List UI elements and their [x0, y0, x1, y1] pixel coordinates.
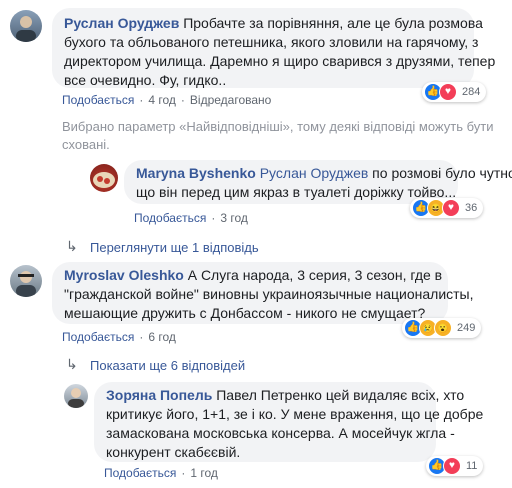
reaction-count: 284: [462, 86, 481, 98]
avatar-myroslav[interactable]: [10, 265, 42, 297]
like-button[interactable]: Подобається: [62, 330, 134, 344]
person-photo-icon: [68, 388, 84, 408]
reply-bubble: Maryna Byshenko Руслан Оруджев по розмов…: [124, 160, 512, 204]
comment-actions: Подобається · 4 год · Відредаговано: [62, 93, 272, 107]
reaction-count: 11: [466, 460, 478, 472]
comment-text-line: все очевидно. Фу, гидко..: [64, 72, 227, 88]
reaction-count: 249: [457, 322, 476, 334]
filter-notice: Вибрано параметр «Найвідповідніші», тому…: [62, 119, 494, 152]
comment-author[interactable]: Руслан Оруджев: [64, 15, 179, 31]
like-button[interactable]: Подобається: [134, 211, 206, 225]
comment-actions: Подобається · 6 год: [62, 330, 176, 344]
reaction-summary[interactable]: 👍 😆 ♥ 36: [410, 198, 484, 218]
reply-text-line: що він перед цим якраз в туалеті доріжку…: [136, 184, 457, 200]
reply-actions: Подобається · 3 год: [134, 211, 248, 225]
avatar-ruslan[interactable]: [10, 10, 42, 42]
mention-link[interactable]: Руслан Оруджев: [260, 165, 369, 181]
love-icon: ♥: [443, 457, 461, 475]
food-photo-icon: [93, 172, 115, 188]
timestamp[interactable]: 3 год: [220, 211, 248, 225]
reaction-summary[interactable]: 👍 ♥ 284: [422, 82, 487, 102]
comment-text-line: А Слуга народа, 3 серия, 3 сезон, где в: [183, 267, 443, 283]
comment-text-line: "гражданской войне" виновны украиноязычн…: [64, 286, 474, 302]
timestamp[interactable]: 6 год: [148, 330, 176, 344]
comment-text-line: Пробачте за порівняння, але це була розм…: [183, 15, 483, 31]
reply-arrow-icon: ↳: [66, 238, 78, 254]
reply-arrow-icon: ↳: [66, 356, 78, 372]
person-photo-icon: [16, 271, 36, 297]
reply-text-line: Павел Петренко цей видаляє всіх, хто: [212, 387, 465, 403]
reaction-summary[interactable]: 👍 😢 😮 249: [402, 318, 482, 338]
love-icon: ♥: [442, 199, 460, 217]
reply-actions: Подобається · 1 год: [104, 466, 218, 480]
comment-text-line: директором училища. Даремно я щиро свари…: [64, 53, 496, 69]
reply-author[interactable]: Maryna Byshenko: [136, 165, 256, 181]
reply-author[interactable]: Зоряна Попель: [106, 387, 212, 403]
edited-label: Відредаговано: [189, 93, 272, 107]
comment-text-line: бухого та обльованого петешника, якого з…: [64, 34, 479, 50]
comment-text-line: мешающие дружить с Донбассом - никого не…: [64, 305, 426, 321]
reply-text-line: по розмові було чутно,: [368, 165, 512, 181]
timestamp[interactable]: 4 год: [148, 93, 176, 107]
comment-bubble: Myroslav Oleshko А Слуга народа, 3 серия…: [52, 262, 474, 324]
reaction-summary[interactable]: 👍 ♥ 11: [426, 456, 484, 476]
like-button[interactable]: Подобається: [62, 93, 134, 107]
person-photo-icon: [16, 16, 36, 42]
like-button[interactable]: Подобається: [104, 466, 176, 480]
show-more-replies-link[interactable]: Показати ще 6 відповідей: [90, 358, 245, 373]
avatar-maryna[interactable]: [90, 164, 118, 192]
timestamp[interactable]: 1 год: [190, 466, 218, 480]
view-more-replies-link[interactable]: Переглянути ще 1 відповідь: [90, 240, 259, 255]
reaction-count: 36: [465, 202, 478, 214]
avatar-zoryana[interactable]: [64, 384, 88, 408]
comment-bubble: Руслан Оруджев Пробачте за порівняння, а…: [52, 8, 495, 88]
comment-author[interactable]: Myroslav Oleshko: [64, 267, 184, 283]
love-icon: ♥: [439, 83, 457, 101]
wow-icon: 😮: [434, 319, 452, 337]
reply-text-line: критикує його, 1+1, зе і ко. У мене враж…: [106, 406, 484, 422]
reply-text-line: замаскована московська консерва. А мосей…: [106, 425, 455, 441]
reply-bubble: Зоряна Попель Павел Петренко цей видаляє…: [94, 382, 483, 462]
reply-text-line: конкурент скабєєвій.: [106, 444, 241, 460]
